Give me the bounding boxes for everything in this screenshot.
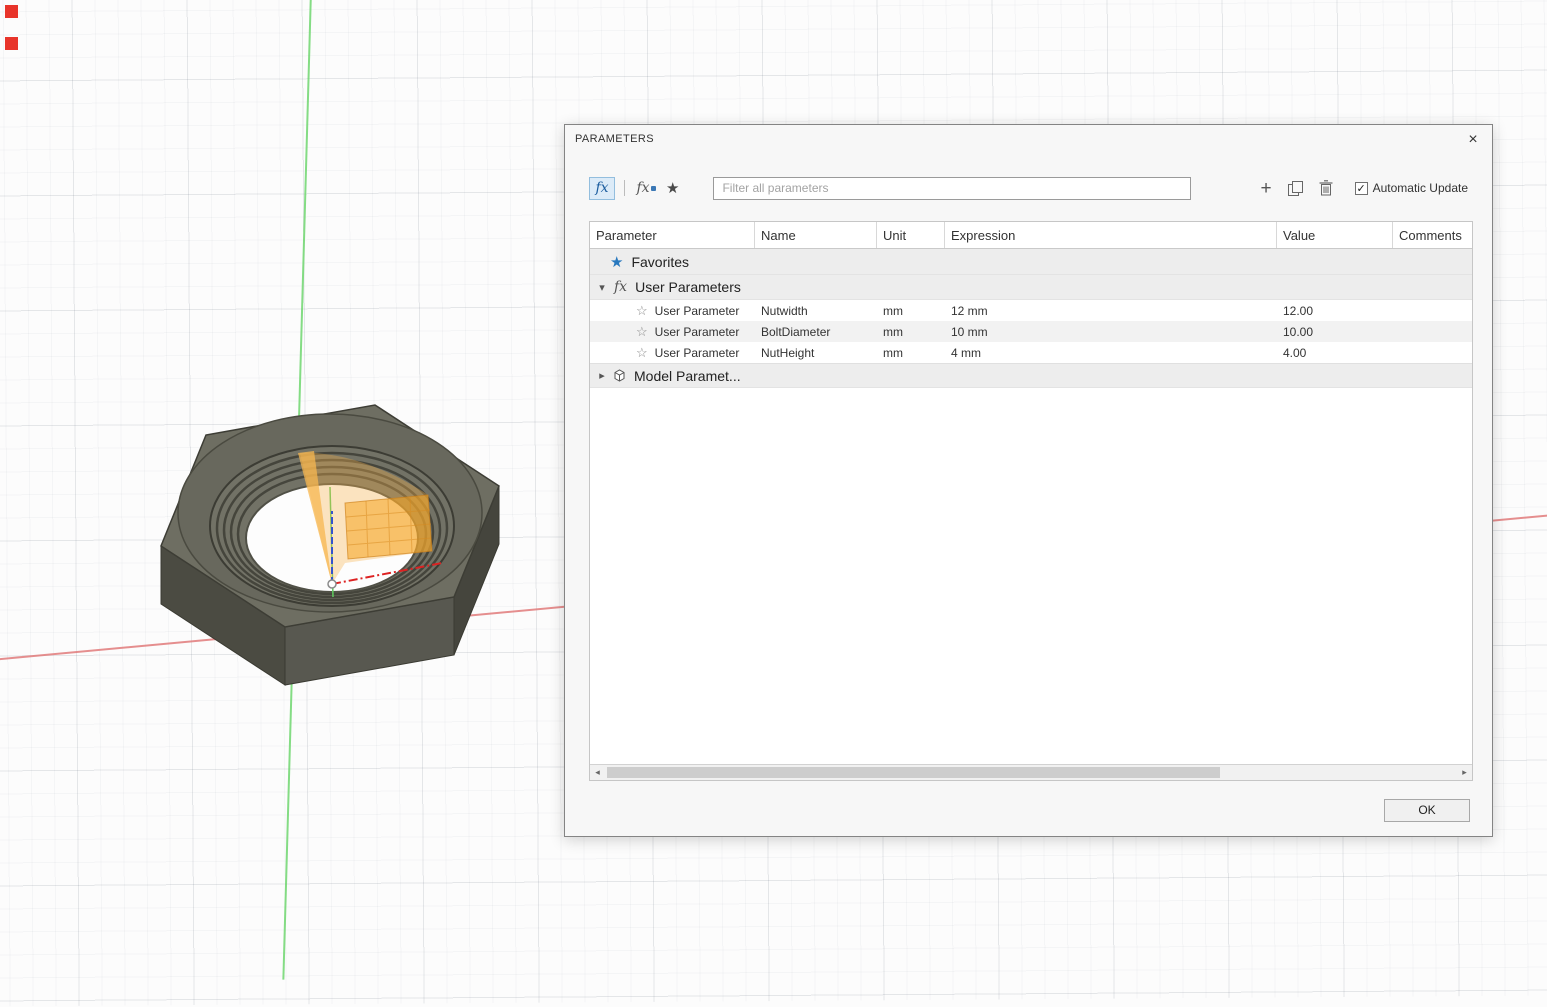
- table-row[interactable]: ☆ User Parameter BoltDiameter mm 10 mm 1…: [590, 321, 1472, 342]
- parameter-type: User Parameter: [655, 304, 740, 318]
- favorites-star-icon: ★: [610, 253, 623, 271]
- checkbox-checked-icon[interactable]: ✓: [1355, 182, 1368, 195]
- fx-user-icon[interactable]: fx: [634, 177, 658, 200]
- record-marker: [5, 37, 18, 50]
- delete-icon[interactable]: [1319, 180, 1333, 196]
- column-header-parameter[interactable]: Parameter: [590, 222, 755, 248]
- parameter-type: User Parameter: [655, 325, 740, 339]
- table-header-row: Parameter Name Unit Expression Value Com…: [590, 222, 1472, 249]
- favorites-group-row[interactable]: ★ Favorites: [590, 249, 1472, 275]
- add-user-parameter-button[interactable]: fx: [589, 177, 615, 200]
- horizontal-scrollbar[interactable]: ◂ ▸: [590, 764, 1472, 780]
- parameter-unit: mm: [877, 346, 945, 360]
- chevron-down-icon[interactable]: ▾: [596, 281, 608, 294]
- record-marker: [5, 5, 18, 18]
- chevron-right-icon[interactable]: ▸: [596, 369, 608, 382]
- parameters-dialog: PARAMETERS × fx fx ★ + ✓ Automatic U: [564, 124, 1493, 837]
- parameter-name[interactable]: NutHeight: [755, 346, 877, 360]
- scroll-left-icon[interactable]: ◂: [590, 767, 605, 778]
- origin-point: [328, 580, 336, 588]
- model-parameters-group-row[interactable]: ▸ Model Paramet...: [590, 363, 1472, 388]
- table-row[interactable]: ☆ User Parameter Nutwidth mm 12 mm 12.00: [590, 300, 1472, 321]
- model-cube-icon: [612, 368, 627, 383]
- automatic-update-label: Automatic Update: [1373, 181, 1468, 195]
- parameter-name[interactable]: Nutwidth: [755, 304, 877, 318]
- parameter-name[interactable]: BoltDiameter: [755, 325, 877, 339]
- user-parameters-group-row[interactable]: ▾ fx User Parameters: [590, 275, 1472, 300]
- filter-parameters-input[interactable]: [713, 177, 1191, 200]
- column-header-unit[interactable]: Unit: [877, 222, 945, 248]
- fx-icon: fx: [614, 279, 627, 295]
- parameter-value: 10.00: [1277, 325, 1393, 339]
- model-parameters-label: Model Paramet...: [634, 368, 741, 384]
- ok-button[interactable]: OK: [1384, 799, 1470, 822]
- scroll-right-icon[interactable]: ▸: [1457, 767, 1472, 778]
- dialog-title: PARAMETERS: [575, 133, 654, 145]
- parameters-toolbar: fx fx ★ + ✓ Automatic Update: [589, 175, 1468, 201]
- toolbar-separator: [624, 180, 625, 196]
- column-header-comments[interactable]: Comments: [1393, 222, 1472, 248]
- favorite-toggle-icon[interactable]: ☆: [636, 303, 648, 319]
- favorites-label: Favorites: [631, 254, 689, 270]
- column-header-name[interactable]: Name: [755, 222, 877, 248]
- automatic-update-toggle[interactable]: ✓ Automatic Update: [1355, 181, 1468, 195]
- hex-nut-model[interactable]: [140, 391, 520, 731]
- close-icon[interactable]: ×: [1462, 129, 1484, 151]
- favorite-toggle-icon[interactable]: ☆: [636, 345, 648, 361]
- parameter-expression[interactable]: 12 mm: [945, 304, 1277, 318]
- parameters-table: Parameter Name Unit Expression Value Com…: [589, 221, 1473, 781]
- table-row[interactable]: ☆ User Parameter NutHeight mm 4 mm 4.00: [590, 342, 1472, 363]
- parameter-expression[interactable]: 4 mm: [945, 346, 1277, 360]
- favorite-toggle-icon[interactable]: ☆: [636, 324, 648, 340]
- parameter-value: 12.00: [1277, 304, 1393, 318]
- fx-icon: fx: [595, 180, 608, 196]
- parameter-value: 4.00: [1277, 346, 1393, 360]
- parameter-expression[interactable]: 10 mm: [945, 325, 1277, 339]
- parameter-unit: mm: [877, 304, 945, 318]
- copy-icon[interactable]: [1288, 181, 1302, 195]
- scrollbar-thumb[interactable]: [607, 767, 1220, 778]
- favorites-filter-icon[interactable]: ★: [666, 179, 679, 197]
- column-header-expression[interactable]: Expression: [945, 222, 1277, 248]
- add-icon[interactable]: +: [1261, 179, 1272, 198]
- parameter-type: User Parameter: [655, 346, 740, 360]
- parameter-unit: mm: [877, 325, 945, 339]
- user-parameters-label: User Parameters: [635, 279, 741, 295]
- column-header-value[interactable]: Value: [1277, 222, 1393, 248]
